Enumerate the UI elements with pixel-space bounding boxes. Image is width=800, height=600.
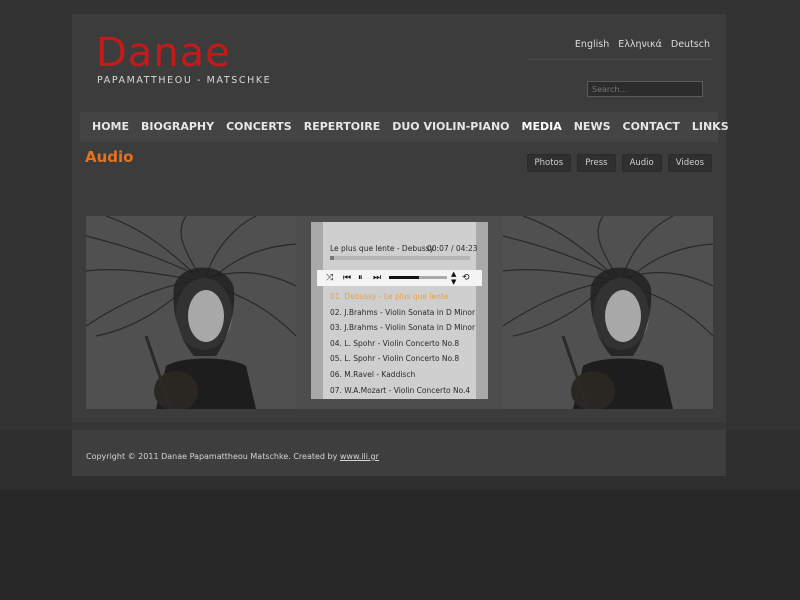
nav-news[interactable]: NEWS: [574, 120, 611, 133]
lang-english[interactable]: English: [575, 39, 609, 50]
footer-text: Copyright © 2011 Danae Papamattheou Mats…: [86, 452, 379, 461]
header-divider: [528, 59, 712, 60]
tab-photos[interactable]: Photos: [526, 154, 572, 172]
track-item[interactable]: 07. W.A.Mozart - Violin Concerto No.4: [330, 386, 470, 395]
tab-press[interactable]: Press: [577, 154, 616, 172]
nav-duo[interactable]: DUO VIOLIN-PIANO: [392, 120, 509, 133]
nav-media[interactable]: MEDIA: [522, 120, 562, 133]
progress-fill: [330, 256, 335, 260]
track-item[interactable]: 05. L. Spohr - Violin Concerto No.8: [330, 354, 459, 363]
nav-links[interactable]: LINKS: [692, 120, 729, 133]
previous-icon[interactable]: ⏮: [343, 272, 351, 284]
volume-fill: [389, 276, 420, 279]
shuffle-icon[interactable]: ⤨: [326, 272, 333, 284]
track-item[interactable]: 03. J.Brahms - Violin Sonata in D Minor: [330, 323, 475, 332]
volume-stepper-icon[interactable]: ▲ ▼: [451, 270, 456, 286]
lang-greek[interactable]: Ελληνικά: [618, 39, 662, 50]
brand-logo[interactable]: Danae: [96, 30, 231, 76]
creator-link[interactable]: www.ili.gr: [340, 452, 379, 461]
nav-home[interactable]: HOME: [92, 120, 129, 133]
playback-time: 00:07 / 04:23: [427, 244, 478, 253]
next-icon[interactable]: ⏭: [373, 272, 381, 284]
page-divider: [72, 422, 726, 430]
progress-bar[interactable]: [330, 256, 470, 260]
page-title: Audio: [85, 148, 134, 166]
repeat-icon[interactable]: ⟲: [462, 272, 470, 284]
search-input[interactable]: [587, 81, 703, 97]
tab-audio[interactable]: Audio: [621, 154, 662, 172]
violinist-photo-right: [503, 216, 713, 409]
pause-icon[interactable]: ⏸: [358, 272, 363, 284]
volume-slider[interactable]: [389, 276, 447, 279]
lang-german[interactable]: Deutsch: [671, 39, 710, 50]
nav-items: HOME BIOGRAPHY CONCERTS REPERTOIRE DUO V…: [92, 120, 741, 133]
nav-repertoire[interactable]: REPERTOIRE: [304, 120, 380, 133]
language-switcher: English Ελληνικά Deutsch: [575, 39, 710, 50]
track-item[interactable]: 02. J.Brahms - Violin Sonata in D Minor: [330, 308, 475, 317]
nav-biography[interactable]: BIOGRAPHY: [141, 120, 214, 133]
copyright-text: Copyright © 2011 Danae Papamattheou Mats…: [86, 452, 338, 461]
media-tabs: Photos Press Audio Videos: [526, 154, 712, 172]
nav-concerts[interactable]: CONCERTS: [226, 120, 292, 133]
violinist-photo-left: [86, 216, 296, 409]
track-item[interactable]: 06. M.Ravel - Kaddisch: [330, 370, 415, 379]
track-item[interactable]: 04. L. Spohr - Violin Concerto No.8: [330, 339, 459, 348]
brand-subtitle: PAPAMATTHEOU - MATSCHKE: [97, 75, 272, 86]
nav-contact[interactable]: CONTACT: [623, 120, 680, 133]
tab-videos[interactable]: Videos: [667, 154, 712, 172]
now-playing-title: Le plus que lente - Debussy: [330, 244, 435, 253]
track-item[interactable]: 01. Debussy - Le plus que lente: [330, 292, 448, 301]
